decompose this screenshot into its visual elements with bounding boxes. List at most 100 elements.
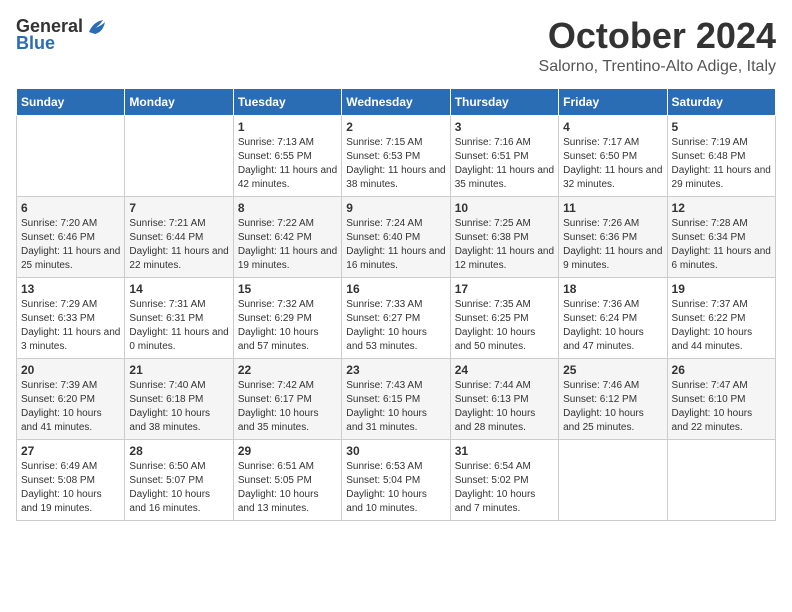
calendar-cell: 9 Sunrise: 7:24 AM Sunset: 6:40 PM Daylig… bbox=[342, 196, 450, 277]
cell-info: Sunrise: 7:24 AM Sunset: 6:40 PM Dayligh… bbox=[346, 217, 445, 273]
calendar-week-5: 27 Sunrise: 6:49 AM Sunset: 5:08 PM Dayli… bbox=[17, 439, 776, 520]
day-number: 25 bbox=[563, 363, 662, 377]
calendar-cell: 26Sunrise: 7:47 AM Sunset: 6:10 PM Dayli… bbox=[667, 358, 775, 439]
cell-info: Sunrise: 7:28 AM Sunset: 6:34 PM Dayligh… bbox=[672, 217, 771, 273]
calendar-week-1: 1Sunrise: 7:13 AM Sunset: 6:55 PM Daylig… bbox=[17, 115, 776, 196]
cell-info: Sunrise: 7:16 AM Sunset: 6:51 PM Dayligh… bbox=[455, 136, 554, 192]
weekday-header-saturday: Saturday bbox=[667, 88, 775, 115]
calendar-cell: 31 Sunrise: 6:54 AM Sunset: 5:02 PM Dayli… bbox=[450, 439, 558, 520]
calendar-cell: 16 Sunrise: 7:33 AM Sunset: 6:27 PM Dayli… bbox=[342, 277, 450, 358]
cell-info: Sunrise: 7:32 AM Sunset: 6:29 PM Dayligh… bbox=[238, 298, 337, 354]
location-title: Salorno, Trentino-Alto Adige, Italy bbox=[539, 58, 776, 76]
day-number: 18 bbox=[563, 282, 662, 296]
day-number: 27 bbox=[21, 444, 120, 458]
calendar-cell bbox=[17, 115, 125, 196]
calendar-cell: 12Sunrise: 7:28 AM Sunset: 6:34 PM Dayli… bbox=[667, 196, 775, 277]
day-number: 15 bbox=[238, 282, 337, 296]
calendar-cell: 19Sunrise: 7:37 AM Sunset: 6:22 PM Dayli… bbox=[667, 277, 775, 358]
cell-info: Sunrise: 7:26 AM Sunset: 6:36 PM Dayligh… bbox=[563, 217, 662, 273]
cell-info: Sunrise: 7:37 AM Sunset: 6:22 PM Dayligh… bbox=[672, 298, 771, 354]
weekday-header-row: SundayMondayTuesdayWednesdayThursdayFrid… bbox=[17, 88, 776, 115]
calendar-cell: 5Sunrise: 7:19 AM Sunset: 6:48 PM Daylig… bbox=[667, 115, 775, 196]
day-number: 8 bbox=[238, 201, 337, 215]
day-number: 21 bbox=[129, 363, 228, 377]
cell-info: Sunrise: 7:33 AM Sunset: 6:27 PM Dayligh… bbox=[346, 298, 445, 354]
title-block: October 2024 Salorno, Trentino-Alto Adig… bbox=[539, 16, 776, 76]
calendar-week-3: 13Sunrise: 7:29 AM Sunset: 6:33 PM Dayli… bbox=[17, 277, 776, 358]
calendar-table: SundayMondayTuesdayWednesdayThursdayFrid… bbox=[16, 88, 776, 521]
day-number: 29 bbox=[238, 444, 337, 458]
weekday-header-tuesday: Tuesday bbox=[233, 88, 341, 115]
logo: General Blue bbox=[16, 16, 107, 54]
day-number: 16 bbox=[346, 282, 445, 296]
cell-info: Sunrise: 7:39 AM Sunset: 6:20 PM Dayligh… bbox=[21, 379, 120, 435]
calendar-cell: 6 Sunrise: 7:20 AM Sunset: 6:46 PM Daylig… bbox=[17, 196, 125, 277]
calendar-week-4: 20 Sunrise: 7:39 AM Sunset: 6:20 PM Dayli… bbox=[17, 358, 776, 439]
day-number: 17 bbox=[455, 282, 554, 296]
cell-info: Sunrise: 7:22 AM Sunset: 6:42 PM Dayligh… bbox=[238, 217, 337, 273]
calendar-cell: 27 Sunrise: 6:49 AM Sunset: 5:08 PM Dayli… bbox=[17, 439, 125, 520]
calendar-cell: 18 Sunrise: 7:36 AM Sunset: 6:24 PM Dayli… bbox=[559, 277, 667, 358]
day-number: 9 bbox=[346, 201, 445, 215]
cell-info: Sunrise: 7:36 AM Sunset: 6:24 PM Dayligh… bbox=[563, 298, 662, 354]
day-number: 10 bbox=[455, 201, 554, 215]
weekday-header-wednesday: Wednesday bbox=[342, 88, 450, 115]
calendar-cell: 20 Sunrise: 7:39 AM Sunset: 6:20 PM Dayli… bbox=[17, 358, 125, 439]
day-number: 30 bbox=[346, 444, 445, 458]
calendar-cell: 1Sunrise: 7:13 AM Sunset: 6:55 PM Daylig… bbox=[233, 115, 341, 196]
calendar-cell: 23Sunrise: 7:43 AM Sunset: 6:15 PM Dayli… bbox=[342, 358, 450, 439]
cell-info: Sunrise: 7:15 AM Sunset: 6:53 PM Dayligh… bbox=[346, 136, 445, 192]
cell-info: Sunrise: 6:49 AM Sunset: 5:08 PM Dayligh… bbox=[21, 460, 120, 516]
calendar-cell: 21 Sunrise: 7:40 AM Sunset: 6:18 PM Dayli… bbox=[125, 358, 233, 439]
cell-info: Sunrise: 6:53 AM Sunset: 5:04 PM Dayligh… bbox=[346, 460, 445, 516]
cell-info: Sunrise: 7:17 AM Sunset: 6:50 PM Dayligh… bbox=[563, 136, 662, 192]
cell-info: Sunrise: 7:44 AM Sunset: 6:13 PM Dayligh… bbox=[455, 379, 554, 435]
calendar-cell: 25Sunrise: 7:46 AM Sunset: 6:12 PM Dayli… bbox=[559, 358, 667, 439]
cell-info: Sunrise: 6:51 AM Sunset: 5:05 PM Dayligh… bbox=[238, 460, 337, 516]
day-number: 11 bbox=[563, 201, 662, 215]
cell-info: Sunrise: 7:13 AM Sunset: 6:55 PM Dayligh… bbox=[238, 136, 337, 192]
weekday-header-friday: Friday bbox=[559, 88, 667, 115]
calendar-cell: 3Sunrise: 7:16 AM Sunset: 6:51 PM Daylig… bbox=[450, 115, 558, 196]
cell-info: Sunrise: 7:21 AM Sunset: 6:44 PM Dayligh… bbox=[129, 217, 228, 273]
day-number: 24 bbox=[455, 363, 554, 377]
day-number: 6 bbox=[21, 201, 120, 215]
calendar-cell: 30 Sunrise: 6:53 AM Sunset: 5:04 PM Dayli… bbox=[342, 439, 450, 520]
cell-info: Sunrise: 7:31 AM Sunset: 6:31 PM Dayligh… bbox=[129, 298, 228, 354]
weekday-header-sunday: Sunday bbox=[17, 88, 125, 115]
calendar-cell: 10Sunrise: 7:25 AM Sunset: 6:38 PM Dayli… bbox=[450, 196, 558, 277]
cell-info: Sunrise: 7:40 AM Sunset: 6:18 PM Dayligh… bbox=[129, 379, 228, 435]
calendar-cell: 22 Sunrise: 7:42 AM Sunset: 6:17 PM Dayli… bbox=[233, 358, 341, 439]
calendar-body: 1Sunrise: 7:13 AM Sunset: 6:55 PM Daylig… bbox=[17, 115, 776, 520]
cell-info: Sunrise: 6:50 AM Sunset: 5:07 PM Dayligh… bbox=[129, 460, 228, 516]
calendar-cell: 14 Sunrise: 7:31 AM Sunset: 6:31 PM Dayli… bbox=[125, 277, 233, 358]
day-number: 14 bbox=[129, 282, 228, 296]
day-number: 2 bbox=[346, 120, 445, 134]
day-number: 28 bbox=[129, 444, 228, 458]
cell-info: Sunrise: 7:19 AM Sunset: 6:48 PM Dayligh… bbox=[672, 136, 771, 192]
weekday-header-monday: Monday bbox=[125, 88, 233, 115]
month-title: October 2024 bbox=[539, 16, 776, 56]
day-number: 31 bbox=[455, 444, 554, 458]
cell-info: Sunrise: 7:43 AM Sunset: 6:15 PM Dayligh… bbox=[346, 379, 445, 435]
calendar-cell: 8 Sunrise: 7:22 AM Sunset: 6:42 PM Daylig… bbox=[233, 196, 341, 277]
calendar-cell: 4 Sunrise: 7:17 AM Sunset: 6:50 PM Daylig… bbox=[559, 115, 667, 196]
calendar-cell: 29 Sunrise: 6:51 AM Sunset: 5:05 PM Dayli… bbox=[233, 439, 341, 520]
cell-info: Sunrise: 7:42 AM Sunset: 6:17 PM Dayligh… bbox=[238, 379, 337, 435]
day-number: 7 bbox=[129, 201, 228, 215]
calendar-cell: 24 Sunrise: 7:44 AM Sunset: 6:13 PM Dayli… bbox=[450, 358, 558, 439]
day-number: 4 bbox=[563, 120, 662, 134]
day-number: 22 bbox=[238, 363, 337, 377]
cell-info: Sunrise: 7:20 AM Sunset: 6:46 PM Dayligh… bbox=[21, 217, 120, 273]
calendar-cell bbox=[559, 439, 667, 520]
calendar-week-2: 6 Sunrise: 7:20 AM Sunset: 6:46 PM Daylig… bbox=[17, 196, 776, 277]
cell-info: Sunrise: 6:54 AM Sunset: 5:02 PM Dayligh… bbox=[455, 460, 554, 516]
day-number: 20 bbox=[21, 363, 120, 377]
calendar-cell: 13Sunrise: 7:29 AM Sunset: 6:33 PM Dayli… bbox=[17, 277, 125, 358]
calendar-cell: 7 Sunrise: 7:21 AM Sunset: 6:44 PM Daylig… bbox=[125, 196, 233, 277]
calendar-cell: 28 Sunrise: 6:50 AM Sunset: 5:07 PM Dayli… bbox=[125, 439, 233, 520]
calendar-cell bbox=[667, 439, 775, 520]
logo-bird-icon bbox=[85, 18, 107, 36]
day-number: 13 bbox=[21, 282, 120, 296]
calendar-cell: 15 Sunrise: 7:32 AM Sunset: 6:29 PM Dayli… bbox=[233, 277, 341, 358]
